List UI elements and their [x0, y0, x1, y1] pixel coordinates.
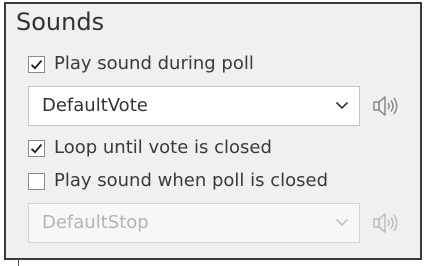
chevron-down-icon [335, 101, 349, 110]
poll-sound-select[interactable]: DefaultVote [28, 86, 360, 126]
play-when-closed-option[interactable]: Play sound when poll is closed [28, 169, 328, 193]
play-when-closed-label: Play sound when poll is closed [54, 170, 328, 191]
close-sound-select[interactable]: DefaultStop [28, 203, 360, 243]
check-icon [30, 59, 43, 70]
speaker-icon[interactable] [372, 94, 400, 118]
loop-until-closed-label: Loop until vote is closed [54, 137, 272, 158]
chevron-down-icon [335, 218, 349, 227]
check-icon [30, 143, 43, 154]
poll-sound-value: DefaultVote [42, 95, 148, 116]
loop-until-closed-checkbox[interactable] [28, 139, 45, 157]
close-sound-value: DefaultStop [42, 212, 149, 233]
play-during-poll-option[interactable]: Play sound during poll [28, 52, 254, 76]
play-during-poll-label: Play sound during poll [54, 53, 254, 74]
window-edge-divider [18, 258, 19, 266]
section-title: Sounds [16, 8, 105, 36]
play-when-closed-checkbox[interactable] [28, 172, 45, 190]
sounds-panel: Sounds Play sound during poll DefaultVot… [4, 2, 422, 260]
play-during-poll-checkbox[interactable] [28, 55, 45, 73]
loop-until-closed-option[interactable]: Loop until vote is closed [28, 136, 272, 160]
speaker-icon[interactable] [372, 211, 400, 235]
